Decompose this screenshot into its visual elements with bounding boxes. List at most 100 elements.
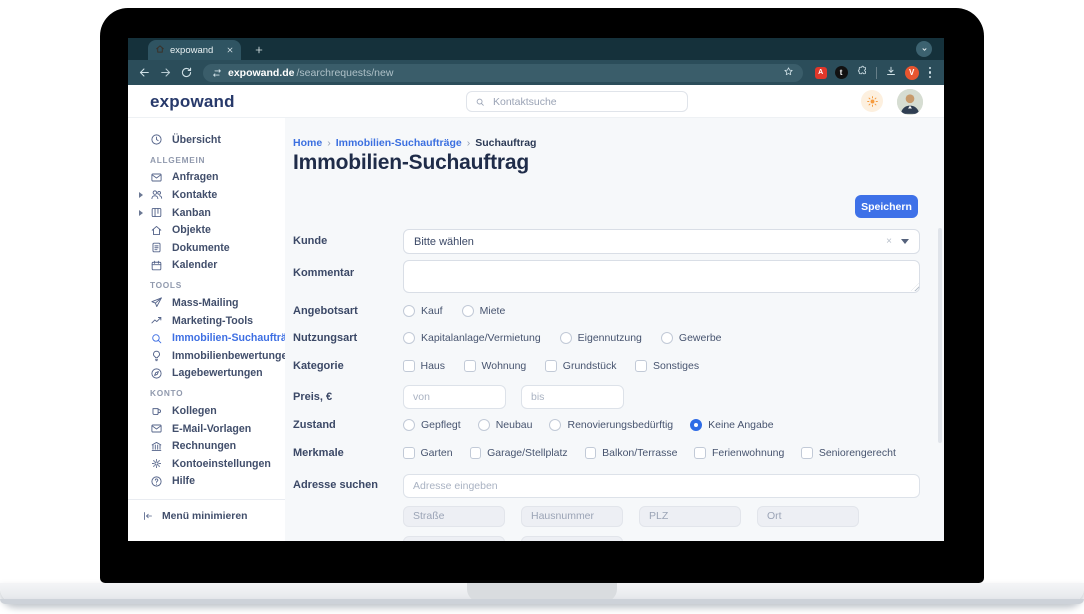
sidebar-item-uebersicht[interactable]: Übersicht: [128, 131, 285, 149]
checkbox-option[interactable]: Garage/Stellplatz: [469, 447, 568, 459]
sidebar-item-immobilienbewertungen[interactable]: Immobilienbewertungen: [128, 347, 294, 365]
browser-profile-badge[interactable]: V: [904, 65, 919, 80]
checkbox-option[interactable]: Sonstiges: [635, 360, 699, 372]
theme-toggle-button[interactable]: [861, 90, 883, 112]
sidebar-item-lagebewertungen[interactable]: Lagebewertungen: [128, 365, 285, 383]
radio-option[interactable]: Kapitalanlage/Vermietung: [403, 332, 541, 344]
sidebar-item-objekte[interactable]: Objekte: [128, 221, 285, 239]
mug-icon: [152, 408, 161, 416]
preis-bis-input[interactable]: [521, 385, 624, 409]
menu-minimize-button[interactable]: Menü minimieren: [128, 507, 285, 525]
checkbox-option[interactable]: Grundstück: [545, 360, 616, 372]
sidebar-item-rechnungen[interactable]: Rechnungen: [128, 437, 285, 455]
help-icon: [151, 476, 162, 487]
checkbox-option[interactable]: Balkon/Terrasse: [584, 447, 677, 459]
sidebar-item-marketing-tools[interactable]: Marketing-Tools: [128, 312, 285, 330]
checkbox-option[interactable]: Garten: [403, 447, 453, 459]
preis-von-input[interactable]: [403, 385, 506, 409]
breadcrumb-home-link[interactable]: Home: [293, 137, 322, 149]
save-button[interactable]: Speichern: [855, 195, 918, 218]
sidebar-item-kalender[interactable]: Kalender: [128, 257, 285, 275]
home-icon: [151, 225, 162, 235]
contact-search-input[interactable]: [491, 94, 679, 109]
url-bar[interactable]: expowand.de /searchrequests/new: [203, 63, 803, 82]
checkbox-option[interactable]: Ferienwohnung: [694, 447, 784, 459]
kanban-icon: [151, 208, 162, 218]
radio-option[interactable]: Gepflegt: [403, 419, 461, 431]
sidebar-item-kanban[interactable]: Kanban: [128, 204, 285, 222]
breadcrumb: Home › Immobilien-Suchaufträge › Suchauf…: [293, 137, 536, 149]
radio-option[interactable]: Kauf: [403, 305, 443, 317]
checkbox-icon: [403, 447, 415, 459]
new-tab-button[interactable]: [252, 43, 266, 57]
checkbox-icon: [635, 360, 647, 372]
send-icon: [151, 297, 162, 308]
search-icon: [152, 333, 162, 343]
main-content: Home › Immobilien-Suchaufträge › Suchauf…: [285, 118, 944, 541]
checkbox-icon: [469, 447, 482, 459]
sidebar-item-kontakte[interactable]: Kontakte: [128, 186, 285, 204]
checkbox-option[interactable]: Haus: [403, 360, 445, 372]
sidebar-item-dokumente[interactable]: Dokumente: [128, 239, 285, 257]
sidebar-item-kollegen[interactable]: Kollegen: [128, 402, 285, 420]
radio-option[interactable]: Eigennutzung: [559, 332, 642, 344]
forward-icon[interactable]: [158, 65, 173, 80]
radio-icon: [403, 332, 415, 344]
nutzungsart-options: Kapitalanlage/Vermietung Eigennutzung Ge…: [403, 330, 920, 346]
extensions-area: A t V: [814, 64, 935, 82]
caret-right-icon: [139, 209, 143, 216]
scrollbar-thumb[interactable]: [938, 228, 942, 443]
kunde-select-value: Bitte wählen: [414, 235, 474, 248]
laptop-screen-bezel: expowand expowand.de /searchrequests/new…: [100, 8, 984, 583]
sidebar-item-email-vorlagen[interactable]: E-Mail-Vorlagen: [128, 420, 285, 438]
checkbox-option[interactable]: Seniorengerecht: [801, 447, 896, 459]
tab-close-icon[interactable]: [226, 41, 234, 59]
sidebar-item-immobilien-suchauftraege[interactable]: Immobilien-Suchaufträge: [128, 329, 299, 347]
back-icon[interactable]: [137, 65, 152, 80]
sidebar-item-hilfe[interactable]: Hilfe: [128, 473, 285, 491]
kunde-select[interactable]: Bitte wählen ×: [403, 229, 920, 254]
radio-option[interactable]: Miete: [461, 305, 505, 317]
radio-icon: [559, 332, 572, 344]
clear-icon[interactable]: ×: [886, 236, 892, 247]
app-logo[interactable]: expowand: [150, 92, 235, 112]
pdf-extension-icon[interactable]: A: [814, 66, 827, 79]
extensions-puzzle-icon[interactable]: [856, 64, 868, 82]
user-avatar[interactable]: [897, 89, 923, 115]
radio-option[interactable]: Gewerbe: [660, 332, 722, 344]
url-path: /searchrequests/new: [296, 66, 394, 79]
sidebar-item-mass-mailing[interactable]: Mass-Mailing: [128, 294, 285, 312]
clock-icon: [151, 134, 162, 145]
sidebar-item-anfragen[interactable]: Anfragen: [128, 169, 285, 187]
sidebar-divider: [128, 499, 285, 501]
kommentar-textarea[interactable]: [403, 260, 920, 293]
breadcrumb-separator: ›: [466, 137, 471, 149]
radio-option[interactable]: Keine Angabe: [690, 419, 774, 431]
breadcrumb-parent-link[interactable]: Immobilien-Suchaufträge: [336, 137, 462, 149]
page-title: Immobilien-Suchauftrag: [293, 151, 529, 174]
browser-tab[interactable]: expowand: [148, 40, 241, 60]
checkbox-icon: [801, 447, 813, 459]
sidebar-section-label: TOOLS: [150, 280, 182, 291]
radio-option[interactable]: Neubau: [477, 419, 532, 431]
checkbox-option[interactable]: Wohnung: [464, 360, 526, 372]
tab-strip-chevron-button[interactable]: [916, 41, 932, 57]
downloads-icon[interactable]: [885, 64, 897, 82]
browser-menu-icon[interactable]: [927, 66, 933, 79]
checkbox-icon: [694, 447, 706, 459]
toolbar-separator: [875, 66, 877, 79]
contact-search-box[interactable]: [466, 91, 688, 112]
radio-option[interactable]: Renovierungsbedürftig: [549, 419, 673, 431]
chevron-down-icon[interactable]: [901, 239, 909, 244]
reload-icon[interactable]: [179, 65, 194, 80]
radio-icon: [690, 419, 703, 431]
zustand-label: Zustand: [293, 419, 336, 431]
circle-extension-icon[interactable]: t: [834, 66, 848, 79]
bank-icon: [151, 441, 162, 451]
bookmark-star-icon[interactable]: [783, 64, 794, 82]
address-subfields-row: Straße Hausnummer PLZ Ort: [403, 506, 920, 527]
checkbox-icon: [464, 360, 476, 372]
document-icon: [152, 242, 161, 253]
sidebar-item-kontoeinstellungen[interactable]: Kontoeinstellungen: [128, 455, 285, 473]
adresse-input[interactable]: [403, 474, 920, 498]
